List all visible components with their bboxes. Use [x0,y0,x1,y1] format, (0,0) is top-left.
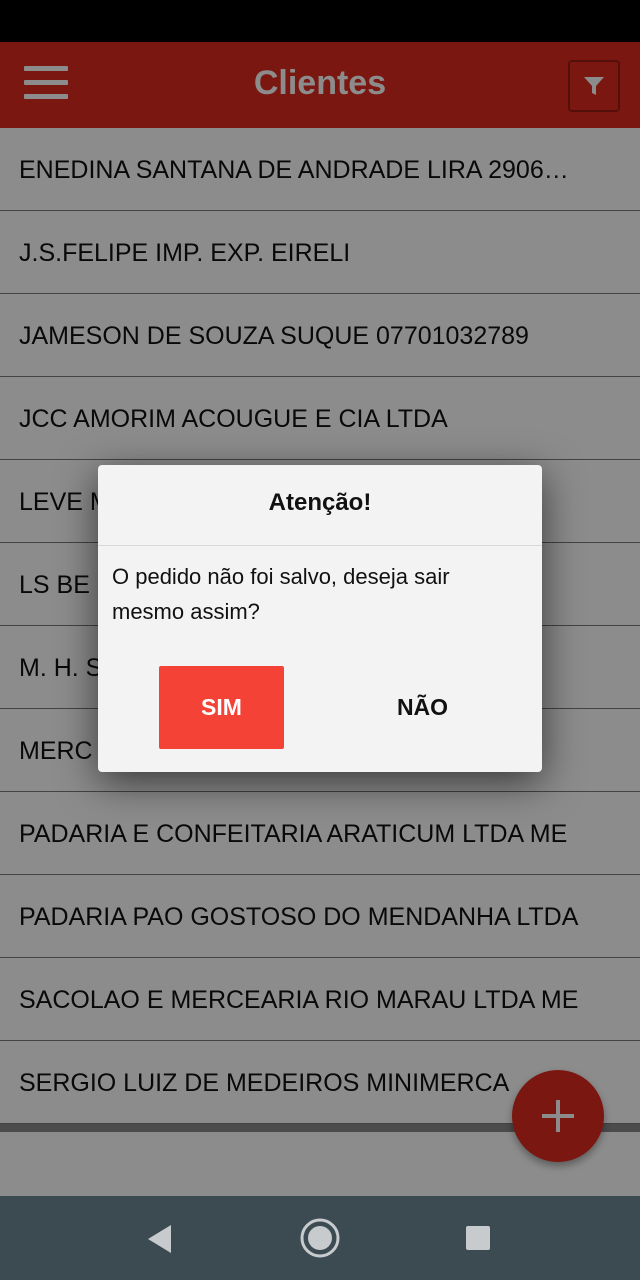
confirm-dialog: Atenção! O pedido não foi salvo, deseja … [98,465,542,772]
system-nav-bar [0,1196,640,1280]
cancel-button[interactable]: NÃO [360,666,485,749]
dialog-title: Atenção! [268,489,372,516]
recents-square-icon[interactable] [466,1226,490,1250]
dialog-divider [98,545,542,546]
confirm-button[interactable]: SIM [159,666,284,749]
back-triangle-icon[interactable] [147,1224,173,1254]
home-circle-icon[interactable] [300,1218,340,1258]
dialog-message: O pedido não foi salvo, deseja sair mesm… [112,564,450,624]
status-bar [0,0,640,42]
